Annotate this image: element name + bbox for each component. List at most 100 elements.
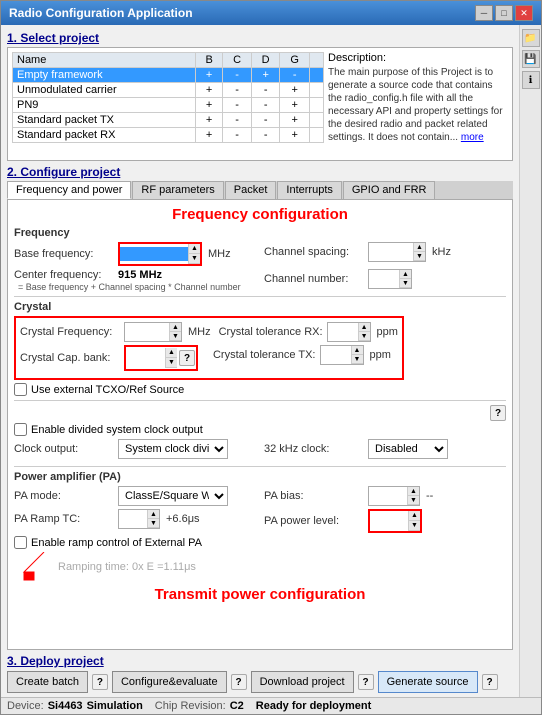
create-batch-button[interactable]: Create batch [7,671,88,693]
info-icon-btn[interactable]: ℹ [522,71,540,89]
row-scroll [310,128,324,143]
help-btn-row: ? [14,405,506,421]
channel-spacing-up[interactable]: ▲ [413,243,425,252]
ramp-control-checkbox[interactable] [14,536,27,549]
close-button[interactable]: ✕ [515,5,533,21]
crystal-tol-tx-input[interactable]: 10.0 [321,348,351,362]
table-row[interactable]: Standard packet RX + - - + [13,128,324,143]
tab-gpio-and-frr[interactable]: GPIO and FRR [343,181,436,199]
channel-spacing-spinner[interactable]: 250.00 ▲ ▼ [368,242,426,262]
crystal-cap-input[interactable]: 0x 62 [127,351,165,365]
crystal-tol-rx-input[interactable]: 10.0 [328,325,358,339]
base-freq-input-box: 915.00000 ▲ ▼ [118,242,202,266]
tab-rf-parameters[interactable]: RF parameters [132,181,223,199]
crystal-tol-rx-row: Crystal tolerance RX: 10.0 ▲ ▼ [219,322,398,342]
pa-ramp-up[interactable]: ▲ [147,510,159,519]
simulation-value: Simulation [87,700,143,712]
clock-help[interactable]: ? [490,405,506,421]
clk-divide-row: Enable divided system clock output [14,423,506,436]
crystal-tol-tx-up[interactable]: ▲ [351,346,363,355]
crystal-box: Crystal Frequency: 30.000 ▲ ▼ [14,316,404,380]
pa-bias-input[interactable]: 0x 0 [369,489,407,503]
center-freq-row: Center frequency: 915 MHz = Base frequen… [14,269,506,292]
base-freq-input[interactable]: 915.00000 [120,247,188,261]
crystal-freq-down[interactable]: ▼ [169,332,181,341]
table-row[interactable]: Standard packet TX + - - + [13,113,324,128]
row-d: - [251,98,280,113]
save-icon-btn[interactable]: 💾 [522,50,540,68]
pa-mode-select[interactable]: ClassE/Square W [118,486,228,506]
pa-bias-up[interactable]: ▲ [407,487,419,496]
configure-help[interactable]: ? [231,674,247,690]
chip-status: Chip Revision: C2 [155,700,244,712]
crystal-freq-spinner[interactable]: 30.000 ▲ ▼ [124,322,182,342]
crystal-cap-arrows: ▲ ▼ [165,348,177,368]
channel-num-spinner[interactable]: 0 ▲ ▼ [368,269,412,289]
pa-bias-spinner[interactable]: 0x 0 ▲ ▼ [368,486,420,506]
crystal-tol-rx-down[interactable]: ▼ [358,332,370,341]
base-freq-spinner[interactable]: 915.00000 ▲ ▼ [120,244,200,264]
base-freq-up[interactable]: ▲ [188,244,200,254]
crystal-tol-rx-spinner[interactable]: 10.0 ▲ ▼ [327,322,371,342]
tcxo-checkbox[interactable] [14,383,27,396]
tab-interrupts[interactable]: Interrupts [277,181,341,199]
more-link[interactable]: more [461,132,484,143]
tab-frequency-and-power[interactable]: Frequency and power [7,181,131,199]
minimize-button[interactable]: ─ [475,5,493,21]
col-name: Name [13,53,196,68]
separator-2 [14,400,506,401]
crystal-tol-tx-down[interactable]: ▼ [351,355,363,364]
crystal-tol-tx-spinner[interactable]: 10.0 ▲ ▼ [320,345,364,365]
pa-power-down[interactable]: ▼ [408,521,420,531]
col-d: D [251,53,280,68]
pa-power-spinner[interactable]: 0x 7F ▲ ▼ [370,511,420,531]
crystal-cap-spinner[interactable]: 0x 62 ▲ ▼ [127,348,177,368]
crystal-tol-rx-up[interactable]: ▲ [358,323,370,332]
crystal-freq-up[interactable]: ▲ [169,323,181,332]
base-freq-down[interactable]: ▼ [188,254,200,264]
clock-32k-select[interactable]: Disabled [368,439,448,459]
channel-spacing-down[interactable]: ▼ [413,252,425,261]
row-g: + [280,83,310,98]
pa-ramp-input[interactable]: 29 [119,512,147,526]
channel-num-down[interactable]: ▼ [399,279,411,288]
row-g: + [280,113,310,128]
folder-icon-btn[interactable]: 📁 [522,29,540,47]
clk-divide-checkbox[interactable] [14,423,27,436]
pa-ramp-spinner[interactable]: 29 ▲ ▼ [118,509,160,529]
pa-bias-down[interactable]: ▼ [407,496,419,505]
crystal-tol-tx-arrows: ▲ ▼ [351,346,363,364]
pa-mode-label: PA mode: [14,490,114,502]
restore-button[interactable]: □ [495,5,513,21]
crystal-freq-unit: MHz [188,326,211,338]
right-toolbar: 📁 💾 ℹ [519,25,541,697]
clock-output-select[interactable]: System clock divic [118,439,228,459]
download-help[interactable]: ? [358,674,374,690]
configure-evaluate-button[interactable]: Configure&evaluate [112,671,227,693]
crystal-freq-input[interactable]: 30.000 [125,325,169,339]
channel-num-input[interactable]: 0 [369,272,399,286]
row-scroll [310,113,324,128]
row-name: Standard packet RX [13,128,196,143]
table-row[interactable]: PN9 + - - + [13,98,324,113]
crystal-cap-up[interactable]: ▲ [165,348,177,358]
create-batch-help[interactable]: ? [92,674,108,690]
row-g: + [280,128,310,143]
channel-spacing-input[interactable]: 250.00 [369,245,413,259]
generate-help[interactable]: ? [482,674,498,690]
pa-ramp-down[interactable]: ▼ [147,519,159,528]
pa-bias-col: PA bias: 0x 0 ▲ ▼ -- [264,486,506,509]
table-row[interactable]: Empty framework + - + - [13,68,324,83]
download-project-button[interactable]: Download project [251,671,354,693]
pa-power-up[interactable]: ▲ [408,511,420,521]
crystal-cap-help[interactable]: ? [179,350,195,366]
tab-packet[interactable]: Packet [225,181,277,199]
generate-source-button[interactable]: Generate source [378,671,478,693]
crystal-cap-down[interactable]: ▼ [165,358,177,368]
table-row[interactable]: Unmodulated carrier + - - + [13,83,324,98]
pa-power-input[interactable]: 0x 7F [370,514,408,528]
channel-num-up[interactable]: ▲ [399,270,411,279]
row-name: Standard packet TX [13,113,196,128]
description-area: Description: The main purpose of this Pr… [328,52,508,156]
arrow-svg [14,552,54,582]
